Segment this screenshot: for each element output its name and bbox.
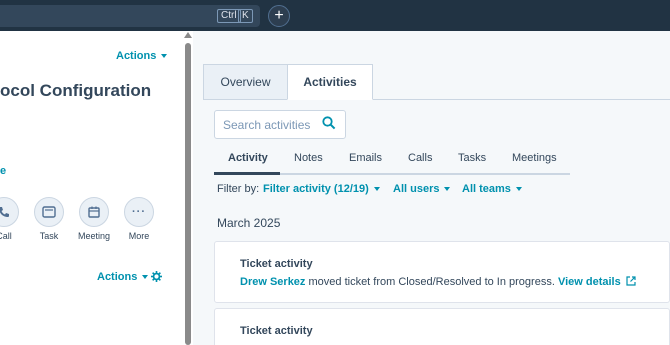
chevron-down-icon — [161, 54, 168, 59]
tab-overview[interactable]: Overview — [203, 64, 288, 100]
scroll-up-arrow-icon[interactable] — [184, 32, 192, 38]
all-teams-dropdown[interactable]: All teams — [462, 183, 522, 195]
search-placeholder: Search activities — [223, 118, 311, 132]
meeting-label: Meeting — [77, 231, 111, 241]
all-teams-label: All teams — [462, 183, 511, 195]
external-link-icon[interactable] — [626, 276, 636, 286]
global-search-input[interactable]: Ctrl K — [0, 5, 260, 27]
view-details-link[interactable]: View details — [558, 276, 621, 288]
tab-activities[interactable]: Activities — [287, 64, 373, 100]
call-label: Call — [0, 231, 12, 241]
card-body-text: moved ticket from Closed/Resolved to In … — [305, 276, 558, 288]
call-button[interactable] — [0, 197, 19, 227]
task-button[interactable] — [34, 197, 64, 227]
activity-subtabs: Activity Notes Emails Calls Tasks Meetin… — [214, 149, 670, 177]
chevron-down-icon — [444, 187, 451, 192]
calendar-icon — [88, 206, 100, 218]
filter-activity-label: Filter activity (12/19) — [263, 183, 369, 195]
gear-icon[interactable] — [151, 270, 162, 285]
activity-panel: Overview Activities Search activities Ac… — [193, 31, 670, 345]
meeting-button[interactable] — [79, 197, 109, 227]
all-users-label: All users — [393, 183, 440, 195]
sidebar-scrollbar[interactable] — [183, 31, 193, 345]
task-label: Task — [39, 231, 59, 241]
search-activities-input[interactable]: Search activities — [214, 110, 346, 139]
actions-label: Actions — [116, 50, 157, 62]
actor-link[interactable]: Drew Serkez — [240, 276, 305, 288]
actions-dropdown-secondary[interactable]: Actions — [97, 271, 149, 283]
phone-icon — [0, 207, 9, 218]
tab-divider — [373, 99, 670, 100]
more-icon: ··· — [132, 206, 146, 218]
card-title: Ticket activity — [240, 258, 313, 270]
subtab-calls[interactable]: Calls — [408, 152, 432, 164]
scrollbar-thumb[interactable] — [185, 43, 191, 345]
task-icon — [42, 206, 56, 218]
subtab-activity[interactable]: Activity — [228, 152, 268, 164]
chevron-down-icon — [142, 275, 149, 280]
shortcut-k-key: K — [238, 9, 253, 23]
record-link[interactable]: e — [0, 165, 6, 177]
record-sidebar: Actions ocol Configuration e Call Task M… — [0, 31, 183, 345]
subtab-tasks[interactable]: Tasks — [458, 152, 486, 164]
month-heading: March 2025 — [217, 216, 281, 230]
chevron-down-icon — [373, 187, 380, 192]
add-tab-button[interactable]: + — [268, 5, 290, 27]
filter-by-label: Filter by: — [217, 183, 260, 195]
top-bar: Ctrl K + — [0, 0, 670, 31]
all-users-dropdown[interactable]: All users — [393, 183, 451, 195]
search-icon[interactable] — [322, 116, 336, 135]
activity-card[interactable]: Ticket activity Drew Serkez moved ticket… — [214, 241, 670, 303]
actions-label: Actions — [97, 271, 138, 283]
chevron-down-icon — [515, 187, 522, 192]
active-subtab-indicator — [214, 172, 280, 175]
card-title: Ticket activity — [240, 325, 313, 337]
subtab-meetings[interactable]: Meetings — [512, 152, 557, 164]
more-label: More — [128, 231, 150, 241]
subtab-emails[interactable]: Emails — [349, 152, 382, 164]
more-button[interactable]: ··· — [124, 197, 154, 227]
record-title: ocol Configuration — [0, 81, 152, 100]
subtab-notes[interactable]: Notes — [294, 152, 323, 164]
actions-dropdown[interactable]: Actions — [116, 50, 168, 62]
filter-activity-dropdown[interactable]: Filter activity (12/19) — [263, 183, 380, 195]
card-body: Drew Serkez moved ticket from Closed/Res… — [240, 276, 636, 288]
activity-card[interactable]: Ticket activity — [214, 308, 670, 345]
